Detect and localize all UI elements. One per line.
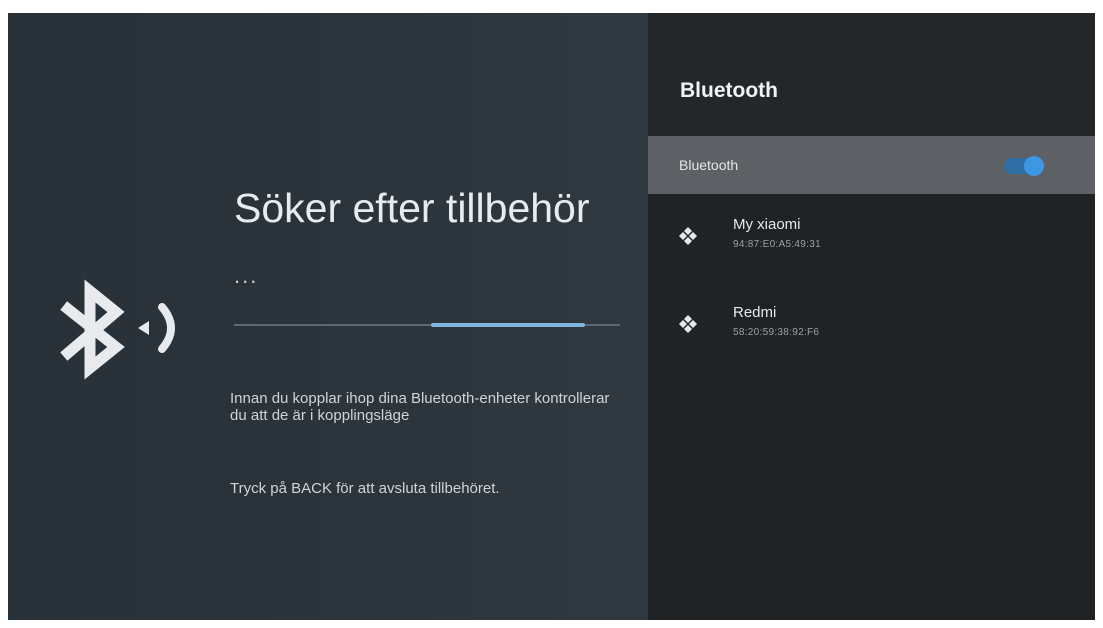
device-address: 58:20:59:38:92:F6	[733, 327, 820, 338]
search-progress-bar	[234, 323, 620, 327]
search-pane: Söker efter tillbehör ... Innan du koppl…	[8, 13, 648, 620]
tv-screen: Söker efter tillbehör ... Innan du koppl…	[8, 13, 1095, 620]
search-progress-indicator	[430, 323, 586, 327]
device-item-my-xiaomi[interactable]: My xiaomi 94:87:E0:A5:49:31	[648, 210, 1095, 264]
back-hint: Tryck på BACK för att avsluta tillbehöre…	[230, 480, 500, 497]
gamepad-icon	[676, 312, 700, 336]
bluetooth-panel: Bluetooth Bluetooth My xiaomi 94:87:E0:A…	[648, 13, 1095, 620]
device-name: Redmi	[733, 304, 777, 321]
gamepad-icon	[676, 224, 700, 248]
device-address: 94:87:E0:A5:49:31	[733, 239, 821, 250]
bluetooth-searching-icon	[56, 271, 196, 401]
bluetooth-toggle-switch[interactable]	[1004, 156, 1044, 176]
bluetooth-toggle-label: Bluetooth	[679, 157, 739, 173]
pairing-instructions: Innan du kopplar ihop dina Bluetooth-enh…	[230, 390, 610, 424]
search-title: Söker efter tillbehör	[234, 185, 590, 231]
panel-title: Bluetooth	[680, 79, 778, 102]
device-item-redmi[interactable]: Redmi 58:20:59:38:92:F6	[648, 298, 1095, 352]
panel-header: Bluetooth	[648, 13, 1095, 136]
search-ellipsis: ...	[234, 263, 259, 288]
bluetooth-toggle-row[interactable]: Bluetooth	[648, 136, 1095, 194]
switch-thumb	[1024, 156, 1044, 176]
device-name: My xiaomi	[733, 216, 801, 233]
